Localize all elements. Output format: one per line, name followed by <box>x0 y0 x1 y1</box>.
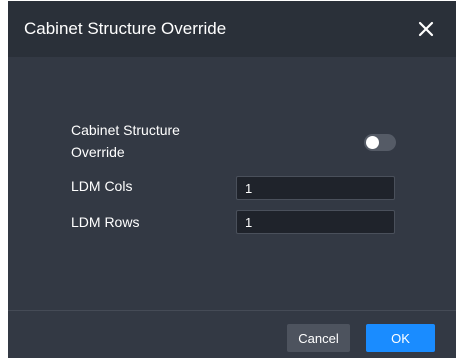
footer-divider <box>8 310 456 311</box>
close-icon[interactable] <box>412 15 440 43</box>
override-label: Cabinet Structure Override <box>71 122 180 160</box>
toggle-knob <box>366 136 379 149</box>
ldm-cols-input[interactable] <box>236 176 395 200</box>
dialog-titlebar: Cabinet Structure Override <box>8 1 456 57</box>
override-toggle[interactable] <box>364 134 396 151</box>
ldm-rows-input[interactable] <box>236 210 395 234</box>
cancel-button[interactable]: Cancel <box>287 324 350 352</box>
ok-button[interactable]: OK <box>366 324 435 352</box>
ldm-cols-label: LDM Cols <box>71 178 133 194</box>
ldm-rows-label: LDM Rows <box>71 214 140 230</box>
dialog-title: Cabinet Structure Override <box>24 19 227 38</box>
cabinet-structure-override-dialog: Cabinet Structure Override Cabinet Struc… <box>8 1 456 358</box>
